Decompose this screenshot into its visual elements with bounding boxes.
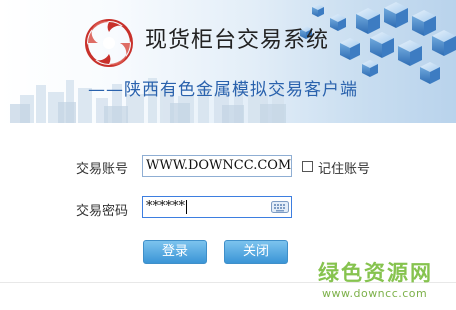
header-banner: 现货柜台交易系统 ——陕西有色金属模拟交易客户端 bbox=[0, 0, 456, 123]
account-input[interactable]: WWW.DOWNCC.COM bbox=[142, 155, 292, 177]
remember-account-checkbox[interactable] bbox=[302, 161, 313, 172]
account-label: 交易账号 bbox=[76, 162, 129, 177]
text-caret bbox=[186, 199, 187, 214]
password-label: 交易密码 bbox=[76, 204, 129, 219]
password-input-value: ****** bbox=[146, 199, 185, 214]
remember-account-label[interactable]: 记住账号 bbox=[318, 158, 370, 177]
app-subtitle: ——陕西有色金属模拟交易客户端 bbox=[88, 80, 358, 100]
watermark-url: www.downcc.com bbox=[322, 287, 428, 300]
login-button[interactable]: 登录 bbox=[143, 240, 207, 264]
close-button[interactable]: 关闭 bbox=[224, 240, 288, 264]
cubes-graphic bbox=[300, 2, 456, 84]
keyboard-icon[interactable] bbox=[271, 200, 289, 214]
password-input[interactable]: ****** bbox=[142, 196, 292, 218]
account-input-value: WWW.DOWNCC.COM bbox=[146, 158, 292, 173]
swirl-logo bbox=[85, 19, 133, 67]
watermark-text: 绿色资源网 bbox=[318, 261, 433, 285]
app-title: 现货柜台交易系统 bbox=[145, 28, 330, 53]
